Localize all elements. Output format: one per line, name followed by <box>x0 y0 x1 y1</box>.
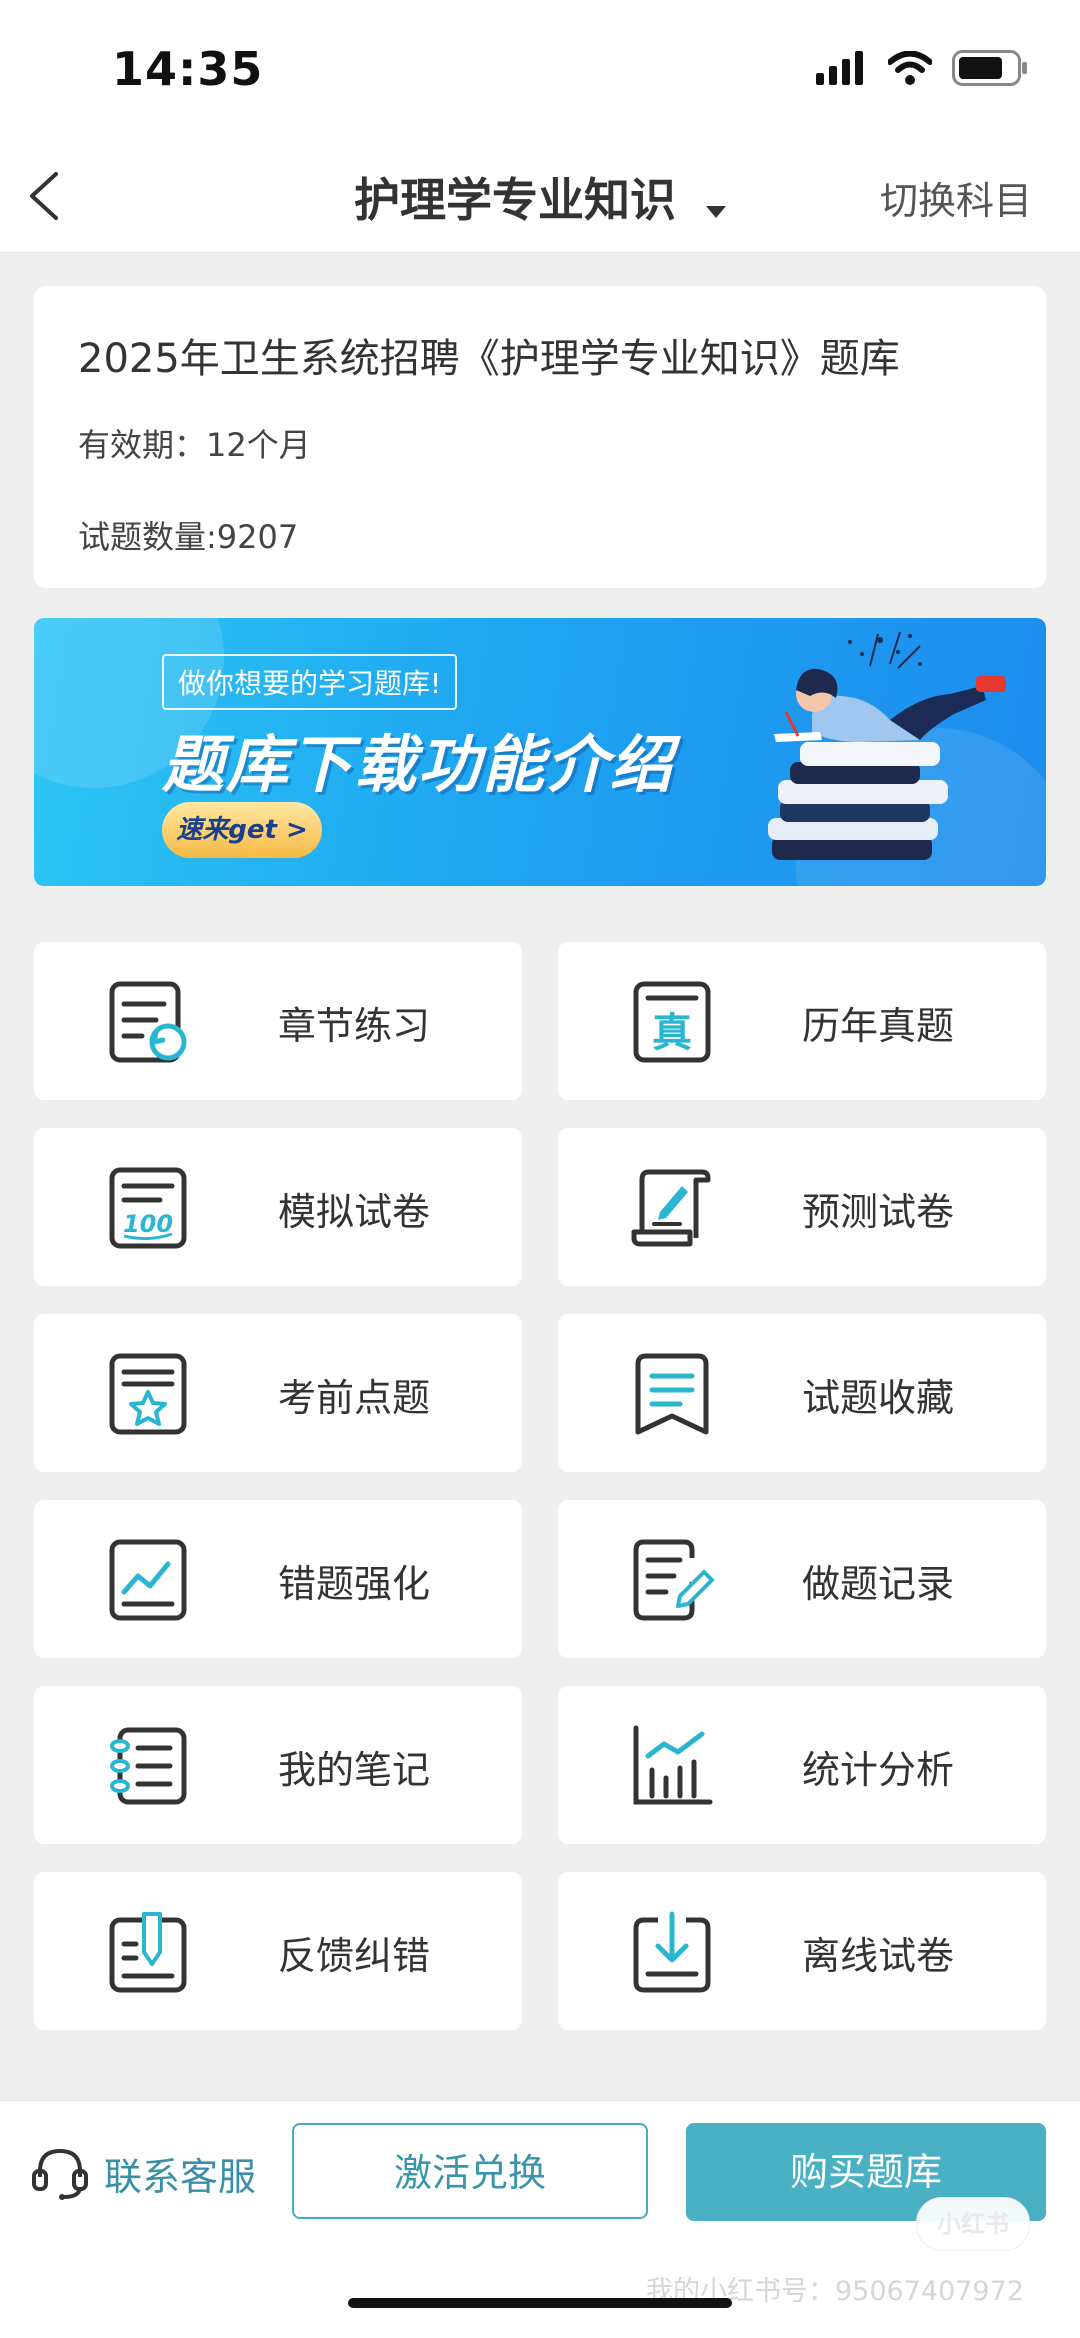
menu-item-label: 试题收藏 <box>802 1376 955 1420</box>
past-exams-icon: 真 <box>633 981 711 1063</box>
offline-download-icon <box>633 1911 711 1993</box>
menu-item[interactable]: 我的笔记 <box>34 1686 522 1844</box>
banner-tag: 做你想要的学习题库! <box>162 654 458 710</box>
activate-redeem-button[interactable]: 激活兑换 <box>292 2123 648 2219</box>
headset-icon <box>32 2148 88 2200</box>
menu-item-label: 我的笔记 <box>278 1748 431 1792</box>
svg-text:真: 真 <box>652 1010 692 1056</box>
wrong-answers-icon <box>109 1539 187 1621</box>
menu-item-label: 历年真题 <box>802 1004 955 1048</box>
status-icons <box>816 50 1028 86</box>
chapter-practice-icon <box>109 981 187 1063</box>
promo-banner[interactable]: 做你想要的学习题库! 题库下载功能介绍 速来get > <box>34 618 1046 886</box>
validity-text: 有效期：12个月 <box>78 426 311 464</box>
question-bank-info-card: 2025年卫生系统招聘《护理学专业知识》题库 有效期：12个月 试题数量:920… <box>34 286 1046 588</box>
predicted-exam-icon <box>631 1169 711 1247</box>
signal-icon <box>816 51 863 85</box>
menu-item[interactable]: 考前点题 <box>34 1314 522 1472</box>
banner-heading: 题库下载功能介绍 <box>162 728 675 801</box>
menu-item-label: 错题强化 <box>278 1562 431 1606</box>
menu-item-label: 反馈纠错 <box>278 1934 431 1978</box>
favorites-icon <box>635 1353 709 1435</box>
banner-cta-button[interactable]: 速来get > <box>162 802 322 858</box>
nav-bar: 护理学专业知识 切换科目 <box>0 140 1080 253</box>
menu-item[interactable]: 预测试卷 <box>558 1128 1046 1286</box>
notes-icon <box>110 1727 187 1805</box>
battery-icon <box>952 50 1027 86</box>
svg-text:100: 100 <box>123 1210 173 1238</box>
menu-item[interactable]: 100 模拟试卷 <box>34 1128 522 1286</box>
customer-service-label: 联系客服 <box>104 2154 257 2199</box>
menu-item[interactable]: 章节练习 <box>34 942 522 1100</box>
menu-item-label: 预测试卷 <box>802 1190 955 1234</box>
menu-item-label: 考前点题 <box>278 1376 431 1420</box>
menu-item[interactable]: 反馈纠错 <box>34 1872 522 2030</box>
menu-item[interactable]: 错题强化 <box>34 1500 522 1658</box>
feedback-icon <box>109 1912 187 1993</box>
menu-item[interactable]: 离线试卷 <box>558 1872 1046 2030</box>
customer-service-button[interactable]: 联系客服 <box>30 2143 256 2203</box>
home-indicator[interactable] <box>348 2298 732 2308</box>
menu-item-label: 章节练习 <box>278 1004 431 1048</box>
question-bank-title: 2025年卫生系统招聘《护理学专业知识》题库 <box>78 336 900 382</box>
practice-history-icon <box>633 1539 714 1621</box>
question-count-text: 试题数量:9207 <box>78 518 299 556</box>
menu-item-label: 做题记录 <box>802 1562 955 1606</box>
studying-girl-illustration <box>768 631 1006 860</box>
page-title[interactable]: 护理学专业知识 <box>354 173 676 227</box>
statistics-icon <box>633 1725 713 1805</box>
menu-item-label: 统计分析 <box>802 1748 955 1792</box>
menu-item[interactable]: 统计分析 <box>558 1686 1046 1844</box>
menu-item[interactable]: 试题收藏 <box>558 1314 1046 1472</box>
xiaohongshu-watermark-logo: 小红书 <box>916 2197 1030 2251</box>
switch-subject-button[interactable]: 切换科目 <box>880 170 1032 225</box>
menu-item[interactable]: 做题记录 <box>558 1500 1046 1658</box>
status-time: 14:35 <box>112 42 264 96</box>
menu-item[interactable]: 真 历年真题 <box>558 942 1046 1100</box>
menu-item-label: 模拟试卷 <box>278 1190 431 1234</box>
key-points-icon <box>109 1353 187 1435</box>
caret-down-icon[interactable] <box>706 205 726 218</box>
mock-exam-icon: 100 <box>109 1167 187 1249</box>
menu-item-label: 离线试卷 <box>802 1934 955 1978</box>
status-bar: 14:35 <box>0 0 1080 140</box>
wifi-icon <box>888 51 932 85</box>
